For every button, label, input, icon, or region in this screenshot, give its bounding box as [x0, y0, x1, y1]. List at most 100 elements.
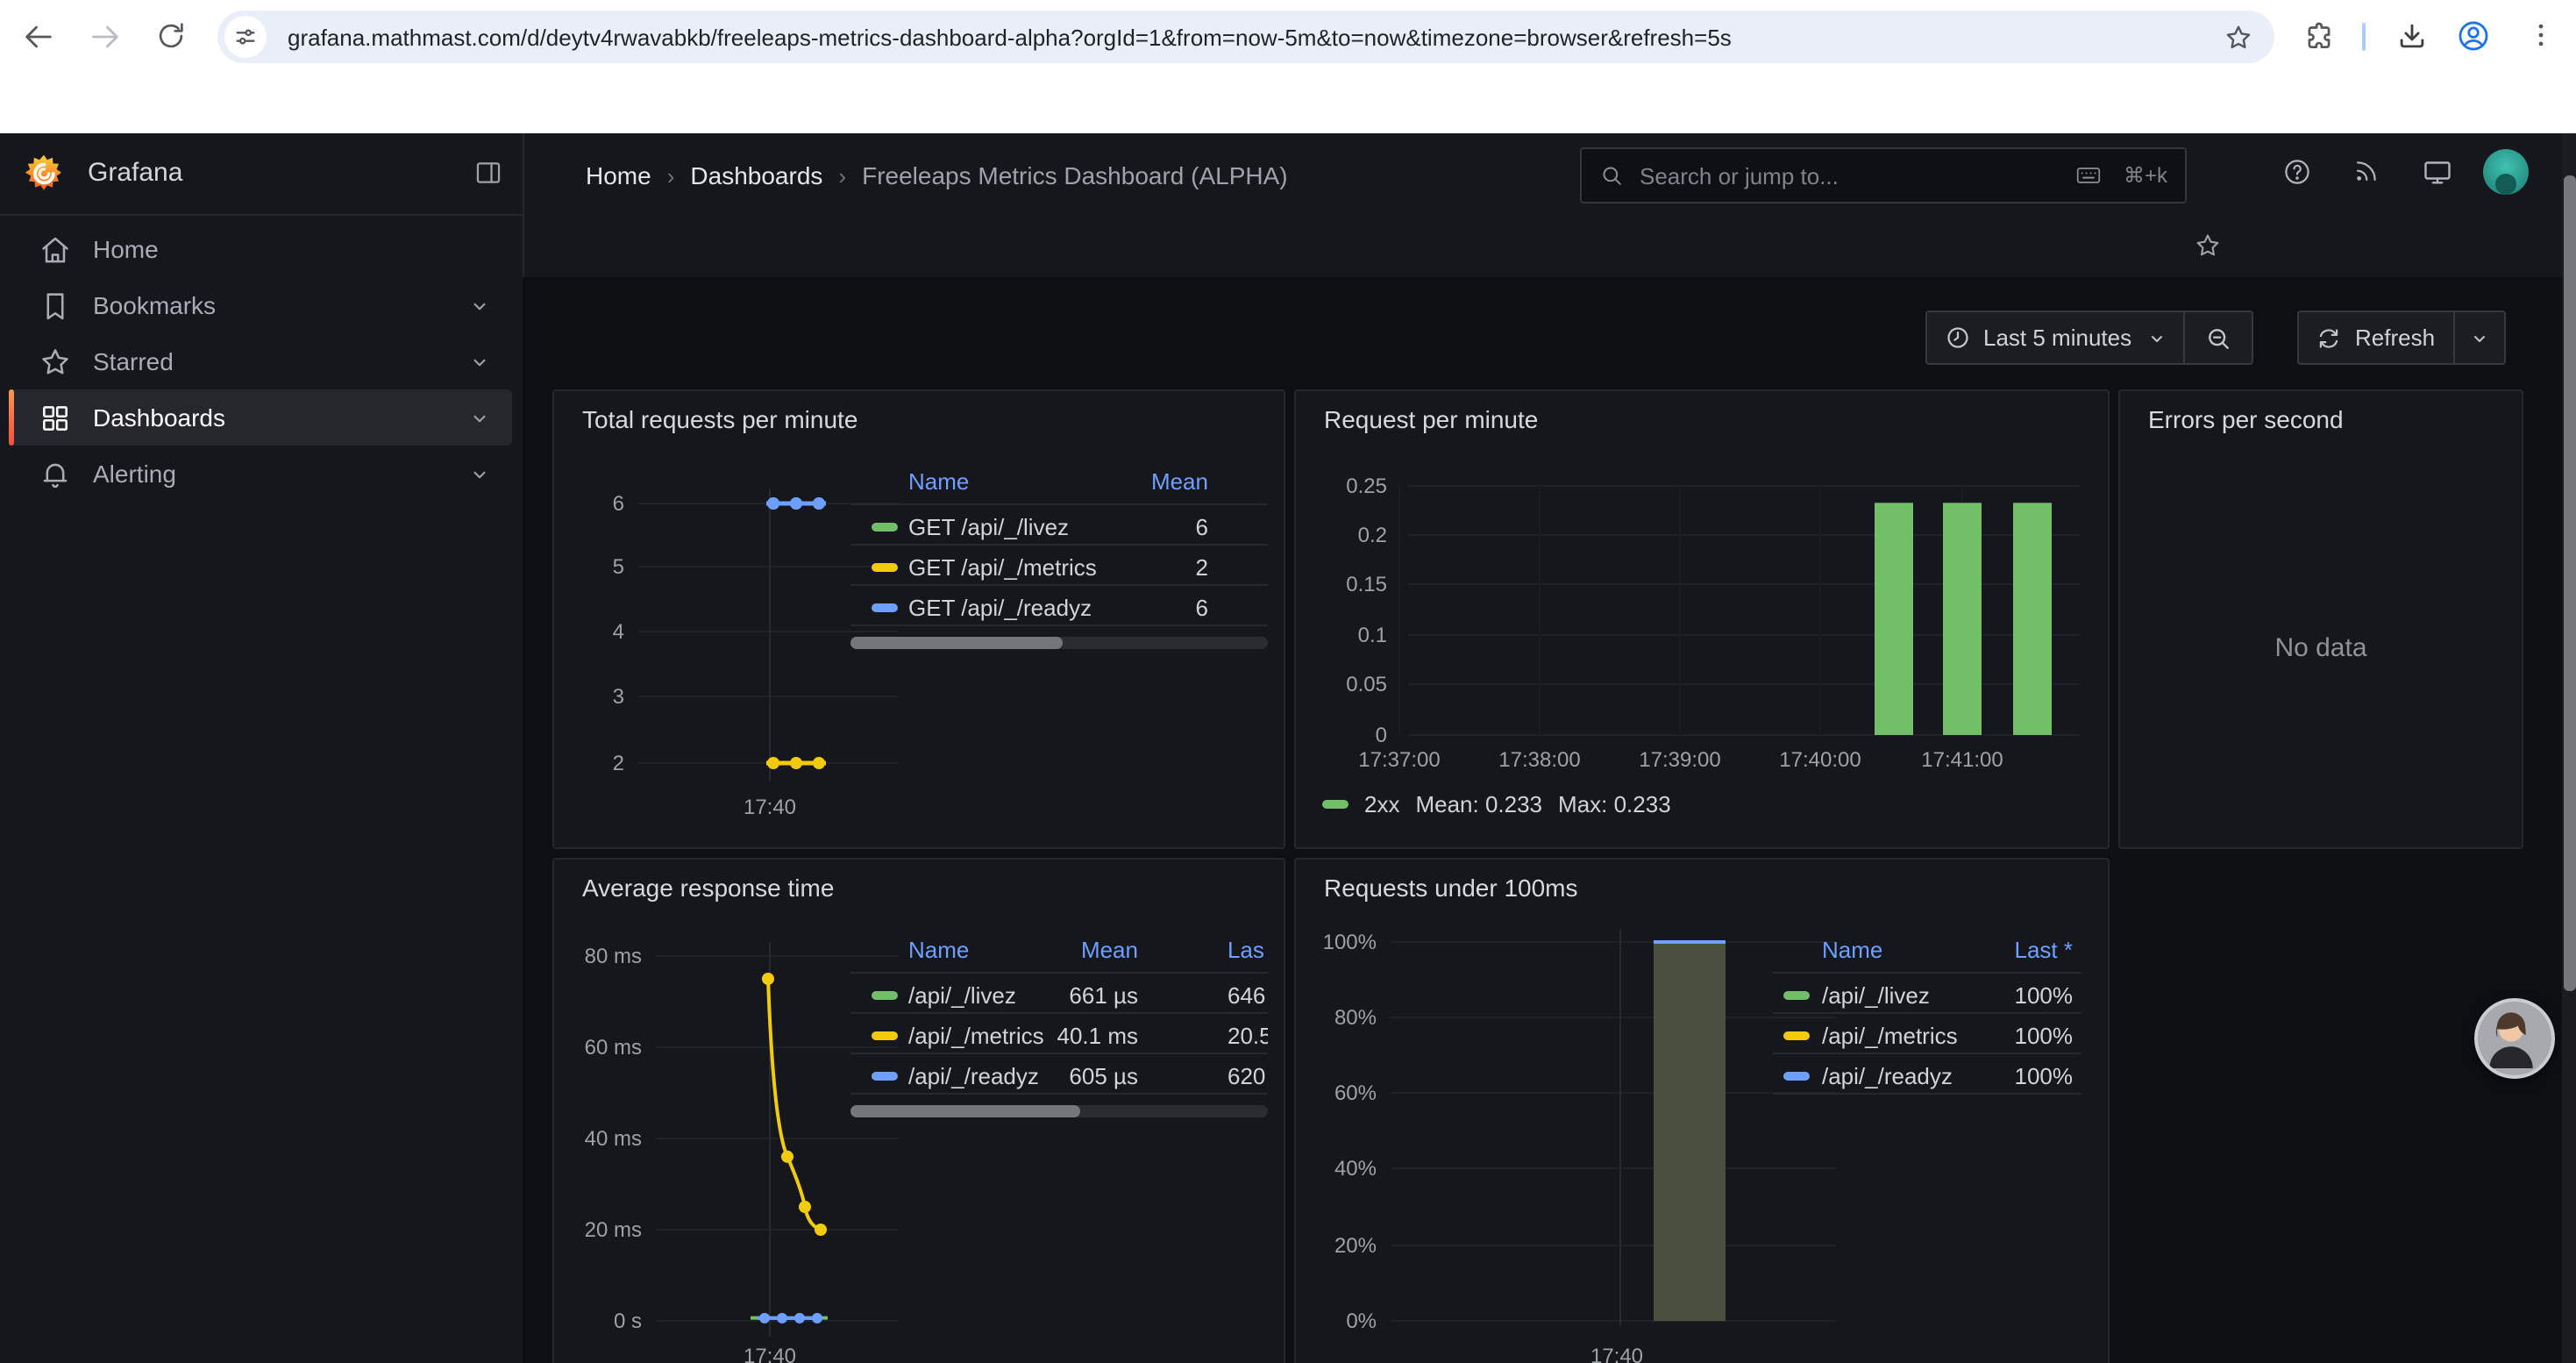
refresh-picker[interactable]: Refresh [2297, 310, 2505, 365]
search-input[interactable] [1636, 161, 2057, 190]
chevron-down-icon[interactable] [2468, 327, 2489, 348]
table-row[interactable]: GET /api/_/livez6 [850, 509, 1268, 547]
panel-title[interactable]: Errors per second [2148, 405, 2344, 433]
series-value: 2 [1068, 554, 1208, 581]
y-axis-tick: 0.25 [1296, 474, 1387, 498]
table-row[interactable]: GET /api/_/metrics2 [850, 549, 1268, 588]
table-scrollbar-thumb[interactable] [850, 637, 1063, 649]
monitor-icon[interactable] [2422, 156, 2453, 188]
panel-title[interactable]: Requests under 100ms [1324, 874, 1578, 902]
series-value: 620 [1228, 1063, 1265, 1089]
series-value: 646 [1228, 982, 1265, 1009]
series-color-pill [872, 563, 898, 572]
floating-assistant-avatar[interactable] [2474, 998, 2555, 1079]
collapse-sidebar-icon[interactable] [473, 158, 503, 188]
table-row[interactable]: /api/_/metrics40.1 ms20.5 m [850, 1017, 1268, 1056]
y-axis-tick: 0.05 [1296, 672, 1387, 696]
x-axis-label: 17:38:00 [1484, 747, 1596, 772]
table-header-name[interactable]: Name [908, 468, 969, 495]
url-input[interactable] [284, 22, 2224, 52]
table-header-name[interactable]: Name [908, 937, 969, 963]
sidebar-item-starred[interactable]: Starred [9, 333, 512, 389]
table-row[interactable]: GET /api/_/readyz6 [850, 589, 1268, 628]
group-divider [2182, 312, 2184, 363]
legend-series-name: 2xx [1364, 791, 1399, 817]
reload-icon[interactable] [154, 19, 188, 53]
sidebar-item-alerting[interactable]: Alerting [9, 446, 512, 502]
breadcrumb: Home›Dashboards›Freeleaps Metrics Dashbo… [586, 161, 1288, 189]
y-axis-tick: 40% [1296, 1156, 1377, 1181]
sidebar-header: Grafana [0, 133, 523, 216]
series-name[interactable]: GET /api/_/readyz [908, 595, 1092, 621]
chart-svg [1296, 391, 2108, 847]
zoom-out-icon[interactable] [2203, 324, 2231, 352]
panel-title[interactable]: Total requests per minute [582, 405, 857, 433]
table-row[interactable]: /api/_/livez661 µs646 [850, 977, 1268, 1016]
series-value: 100% [1932, 1063, 2073, 1089]
y-axis-tick: 0 [1296, 723, 1387, 747]
sidebar-item-label: Starred [93, 347, 174, 375]
table-header-mean[interactable]: Mean [1068, 468, 1208, 495]
time-range-picker[interactable]: Last 5 minutes [1925, 310, 2252, 365]
rss-icon[interactable] [2352, 156, 2381, 186]
screen: Freeleaps收藏博客 Home›Dashboards›Freeleaps … [0, 0, 2576, 1363]
download-icon[interactable] [2395, 19, 2429, 53]
breadcrumb-separator: › [822, 162, 862, 189]
back-arrow-icon[interactable] [21, 19, 56, 54]
keyboard-icon [2074, 161, 2103, 189]
favorite-star-icon[interactable] [2194, 232, 2222, 260]
y-axis-tick: 80 ms [554, 944, 642, 968]
clock-icon [1945, 325, 1971, 351]
menu-kebab-icon[interactable] [2525, 19, 2557, 51]
breadcrumb-item[interactable]: Dashboards [690, 161, 822, 189]
table-row[interactable]: /api/_/metrics100% [1773, 1017, 2081, 1056]
sidebar-item-dashboards[interactable]: Dashboards [9, 389, 512, 446]
shortcut-label: ⌘+k [2124, 163, 2167, 188]
table-header-name[interactable]: Name [1822, 937, 1882, 963]
panel-title[interactable]: Request per minute [1324, 405, 1538, 433]
table-row[interactable]: /api/_/readyz100% [1773, 1058, 2081, 1096]
bookmarks-bar: Freeleaps收藏博客 [0, 74, 2576, 133]
table-divider [1773, 972, 2081, 974]
y-axis-tick: 0 s [554, 1309, 642, 1333]
table-row[interactable]: /api/_/livez100% [1773, 977, 2081, 1016]
help-icon[interactable] [2281, 156, 2313, 188]
chevron-down-icon[interactable] [468, 350, 491, 373]
search-box[interactable]: ⌘+k [1580, 147, 2187, 203]
sidebar-item-bookmarks[interactable]: Bookmarks [9, 277, 512, 333]
profile-icon[interactable] [2455, 18, 2492, 54]
scrollbar-thumb[interactable] [2563, 175, 2575, 991]
extensions-puzzle-icon[interactable] [2302, 19, 2336, 53]
url-bar[interactable] [217, 11, 2274, 63]
series-color-pill [1783, 991, 1810, 1000]
tune-icon[interactable] [224, 16, 267, 58]
panel-title[interactable]: Average response time [582, 874, 834, 902]
chart-legend[interactable]: 2xx Mean: 0.233 Max: 0.233 [1322, 791, 1671, 817]
chevron-down-icon[interactable] [468, 294, 491, 317]
series-value: 20.5 m [1228, 1023, 1268, 1049]
grafana-app: Home›Dashboards›Freeleaps Metrics Dashbo… [0, 133, 2576, 1363]
table-header-mean[interactable]: Mean [998, 937, 1138, 963]
bookmark-icon [39, 289, 72, 322]
series-value: 6 [1068, 595, 1208, 621]
sidebar-item-home[interactable]: Home [9, 221, 512, 277]
bookmark-star-icon[interactable] [2224, 22, 2253, 52]
chevron-down-icon[interactable] [468, 462, 491, 485]
chevron-down-icon[interactable] [468, 406, 491, 429]
legend-table: NameMeanGET /api/_/livez6GET /api/_/metr… [850, 461, 1268, 661]
page-scrollbar[interactable] [2562, 133, 2576, 1363]
user-avatar[interactable] [2483, 149, 2529, 195]
y-axis-tick: 0.1 [1296, 623, 1387, 647]
x-axis-label: 17:40 [714, 795, 826, 819]
legend-max: Max: 0.233 [1558, 791, 1671, 817]
forward-arrow-icon[interactable] [88, 19, 123, 54]
series-name[interactable]: GET /api/_/livez [908, 514, 1069, 540]
series-name[interactable]: /api/_/livez [1822, 982, 1930, 1009]
y-axis-tick: 80% [1296, 1005, 1377, 1030]
breadcrumb-item[interactable]: Home [586, 161, 651, 189]
y-axis-tick: 40 ms [554, 1126, 642, 1151]
table-scrollbar-thumb[interactable] [850, 1105, 1080, 1117]
table-header-las[interactable]: Las [1228, 937, 1264, 963]
table-header-last-[interactable]: Last * [1932, 937, 2073, 963]
table-row[interactable]: /api/_/readyz605 µs620 [850, 1058, 1268, 1096]
